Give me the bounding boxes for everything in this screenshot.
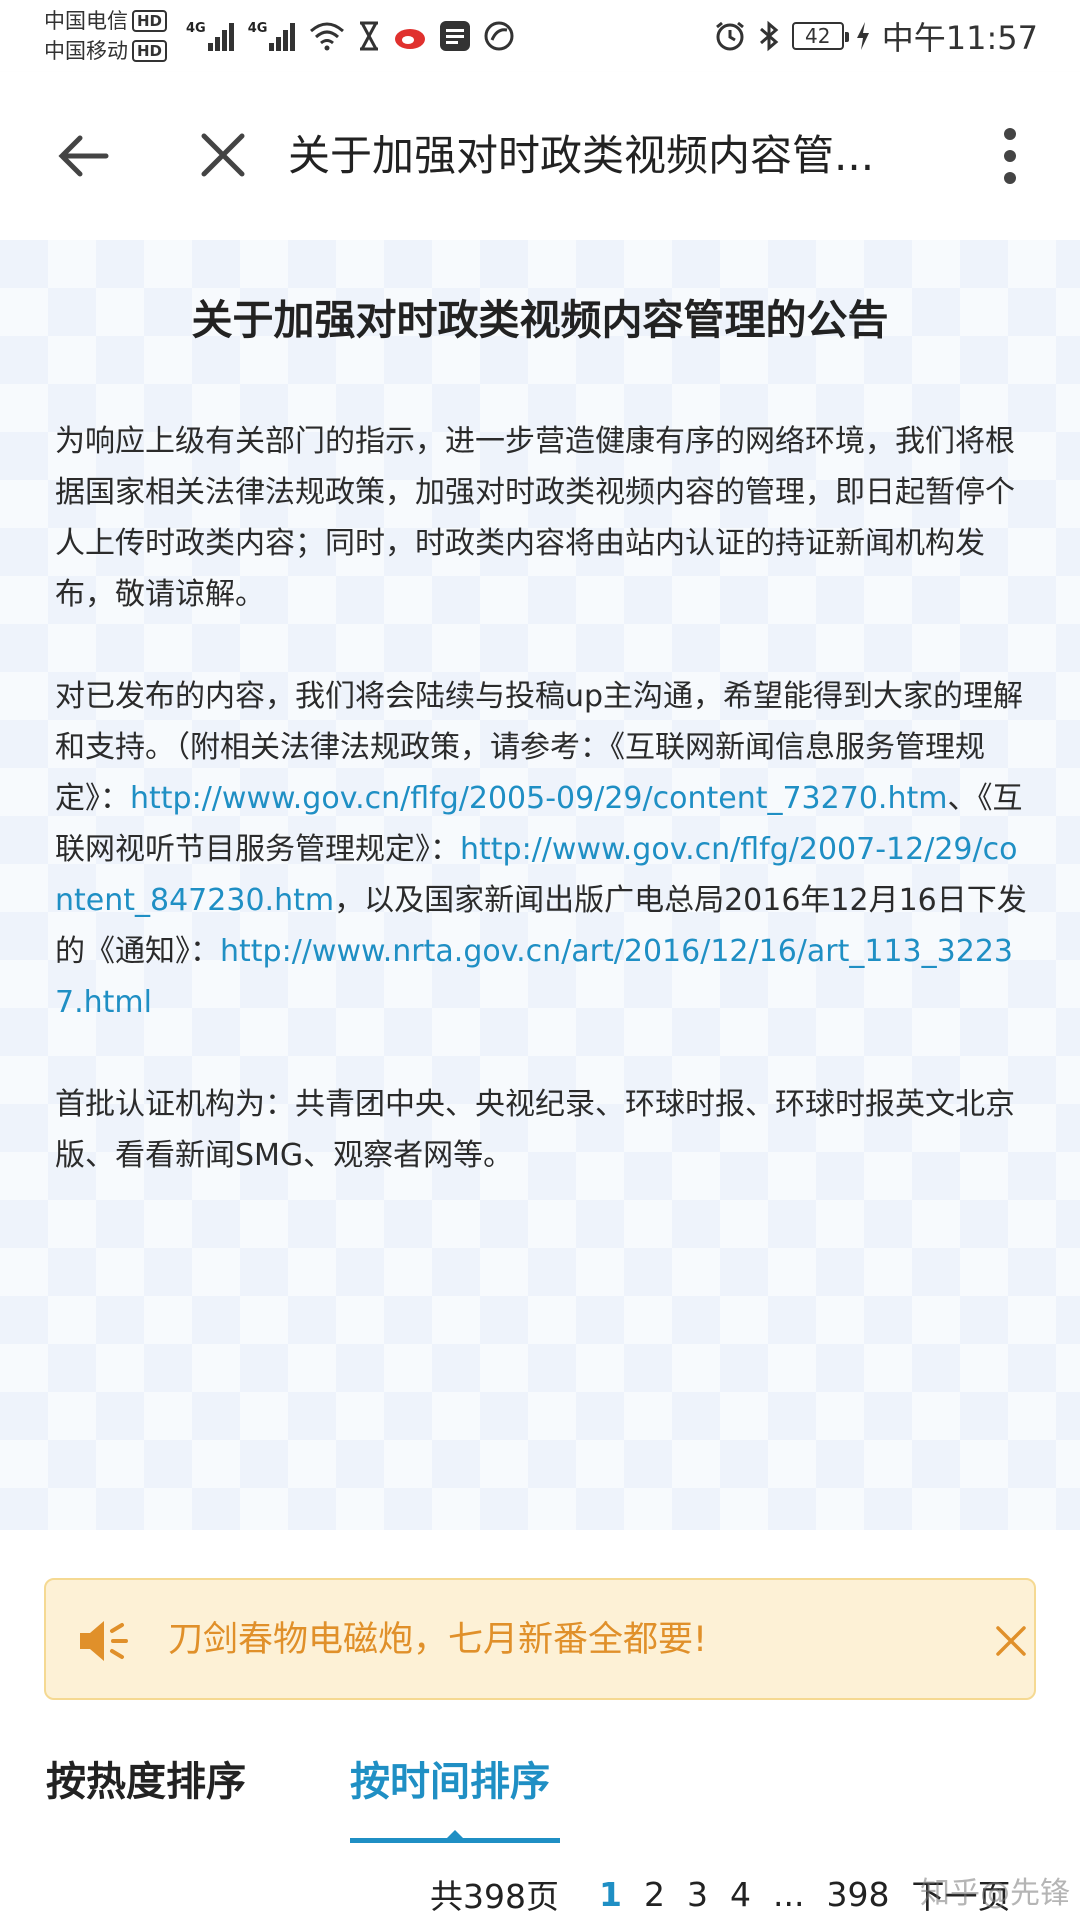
announcement-title: 关于加强对时政类视频内容管理的公告 [191,296,889,344]
notice-close-icon[interactable] [994,1624,1028,1658]
page-total: 共398页 [430,1877,559,1916]
alarm-icon [715,21,744,51]
status-icons: 4G 4G [186,14,515,58]
battery-indicator: 42 [791,22,849,50]
page-link-4[interactable]: 4 [726,1875,755,1914]
hd-badge: HD [132,10,168,32]
tab-sort-by-popularity[interactable]: 按热度排序 [46,1752,246,1812]
signal-2-icon: 4G [248,21,298,51]
bluetooth-icon [759,20,779,52]
announcement-body: 为响应上级有关部门的指示，进一步营造健康有序的网络环境，我们将根据国家相关法律法… [55,416,1030,1232]
back-arrow-icon[interactable] [52,126,112,186]
regulation-link-1[interactable]: http://www.gov.cn/flfg/2005-09/29/conten… [130,781,947,816]
top-navigation-bar: 关于加强对时政类视频内容管... [0,72,1080,240]
speaker-icon [80,1621,128,1661]
announcement-paragraph-1: 为响应上级有关部门的指示，进一步营造健康有序的网络环境，我们将根据国家相关法律法… [55,424,1015,612]
more-options-icon[interactable] [988,124,1032,188]
close-icon[interactable] [196,128,250,182]
watermark: 知乎@先锋 [920,1876,1070,1911]
carrier-row-2: 中国移动 HD [44,36,194,66]
active-tab-underline [350,1838,560,1843]
charging-icon [856,22,869,50]
signal-1-icon: 4G [186,21,236,51]
carrier-row-1: 中国电信 HD [44,6,194,36]
wifi-icon [310,22,345,51]
announcement-panel: 关于加强对时政类视频内容管理的公告 为响应上级有关部门的指示，进一步营造健康有序… [0,240,1080,1530]
page-link-3[interactable]: 3 [683,1875,712,1914]
page-title: 关于加强对时政类视频内容管... [288,131,875,180]
announcement-paragraph-2: 对已发布的内容，我们将会陆续与投稿up主沟通，希望能得到大家的理解和支持。（附相… [55,671,1030,1028]
page-link-1[interactable]: 1 [595,1875,626,1914]
browser-icon [484,21,514,51]
weibo-app-icon [395,29,426,49]
hourglass-icon [360,21,379,51]
page-ellipsis: ... [772,1874,805,1914]
clock-time: 中午11:57 [881,19,1038,57]
hd-badge: HD [132,40,168,62]
status-bar: 中国电信 HD 中国移动 HD 4G 4G 42 中午11:57 [0,0,1080,72]
announcement-paragraph-3: 首批认证机构为：共青团中央、央视纪录、环球时报、环球时报英文北京版、看看新闻SM… [55,1087,1015,1173]
carrier-1-label: 中国电信 [44,9,128,33]
notice-banner[interactable]: 刀剑春物电磁炮，七月新番全都要! [44,1578,1036,1700]
tab-sort-by-time[interactable]: 按时间排序 [350,1752,550,1812]
status-right: 42 中午11:57 [714,14,1038,58]
carrier-info: 中国电信 HD 中国移动 HD [44,6,194,66]
notice-text: 刀剑春物电磁炮，七月新番全都要! [168,1620,708,1660]
carrier-2-label: 中国移动 [44,39,128,63]
news-app-icon [440,21,471,51]
page-link-last[interactable]: 398 [822,1875,893,1914]
page-link-2[interactable]: 2 [640,1875,669,1914]
active-tab-caret [447,1830,463,1838]
